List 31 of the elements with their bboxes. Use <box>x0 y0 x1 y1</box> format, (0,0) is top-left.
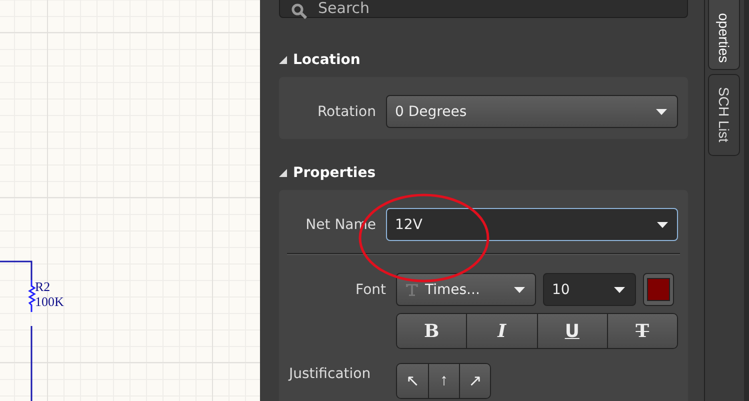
resistor-symbol <box>28 280 36 312</box>
font-icon <box>405 282 419 296</box>
bold-button[interactable]: B <box>397 314 466 348</box>
color-picker[interactable] <box>643 273 674 306</box>
font-size-dropdown[interactable]: 10 <box>543 273 636 306</box>
section-title: Properties <box>293 165 376 181</box>
search-field[interactable]: Search <box>279 0 688 18</box>
search-icon <box>291 3 307 19</box>
caret-icon <box>614 286 625 292</box>
caret-icon <box>514 286 525 292</box>
section-title: Location <box>293 52 360 68</box>
field-label: Font <box>354 282 387 298</box>
net-name-combobox[interactable]: 12V <box>386 208 678 241</box>
justification-button[interactable]: ↗ <box>459 364 490 398</box>
side-tab[interactable]: SCH List <box>708 74 740 156</box>
strike-button[interactable]: T <box>606 314 677 348</box>
designator-label: R2 <box>35 279 50 294</box>
triangle-icon[interactable] <box>279 56 287 64</box>
justification-button[interactable]: ↑ <box>428 364 459 398</box>
font-dropdown[interactable]: Times... <box>396 273 536 306</box>
triangle-icon[interactable] <box>279 169 287 177</box>
value-label: 100K <box>35 294 64 309</box>
side-tab[interactable]: operties <box>708 0 740 70</box>
field-label: Rotation <box>316 104 377 120</box>
rotation-dropdown[interactable]: 0 Degrees <box>386 95 678 128</box>
field-label: Justification <box>289 366 372 382</box>
underline-button[interactable]: U <box>536 314 607 348</box>
italic-button[interactable]: I <box>466 314 536 348</box>
caret-icon <box>656 108 667 114</box>
caret-icon <box>657 222 668 228</box>
justification-button[interactable]: ↖ <box>397 364 428 398</box>
